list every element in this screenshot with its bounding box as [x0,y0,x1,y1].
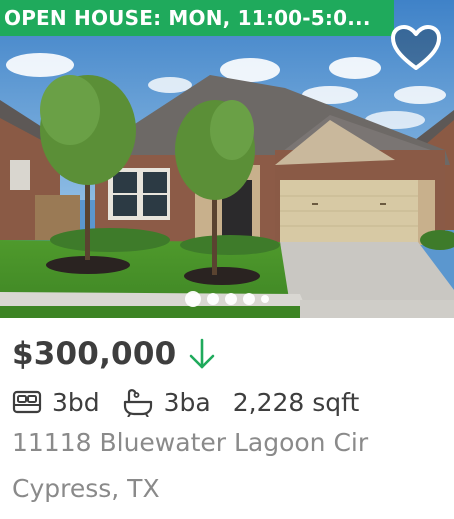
baths-value: 3ba [163,387,211,417]
open-house-banner: OPEN HOUSE: MON, 11:00-5:0... [0,0,394,36]
bathtub-icon [123,389,152,417]
beds-fact: 3bd [12,388,100,417]
bed-icon [12,390,42,414]
carousel-dot[interactable] [207,293,219,305]
carousel-dot[interactable] [243,293,255,305]
address-city[interactable]: Cypress, TX [12,474,160,503]
beds-value: 3bd [52,387,100,417]
photo-carousel-dots[interactable] [0,290,454,308]
carousel-dot[interactable] [225,293,237,305]
favorite-button[interactable] [390,24,442,74]
listing-price: $300,000 [12,336,177,372]
carousel-dot[interactable] [261,295,269,303]
listing-photo[interactable]: OPEN HOUSE: MON, 11:00-5:0... [0,0,454,318]
house-photo-illustration [0,0,454,318]
arrow-down-icon [190,338,215,369]
baths-fact: 3ba [122,387,211,417]
listing-card[interactable]: OPEN HOUSE: MON, 11:00-5:0... $300,000 3… [0,0,454,519]
carousel-dot-active[interactable] [185,291,201,307]
sqft-value: 2,228 sqft [232,387,360,417]
listing-facts: 3bd 3ba 2,228 sqft [12,382,359,422]
address-street[interactable]: 11118 Bluewater Lagoon Cir [12,428,368,457]
price-row: $300,000 [12,333,216,375]
heart-outline-icon [391,25,441,70]
